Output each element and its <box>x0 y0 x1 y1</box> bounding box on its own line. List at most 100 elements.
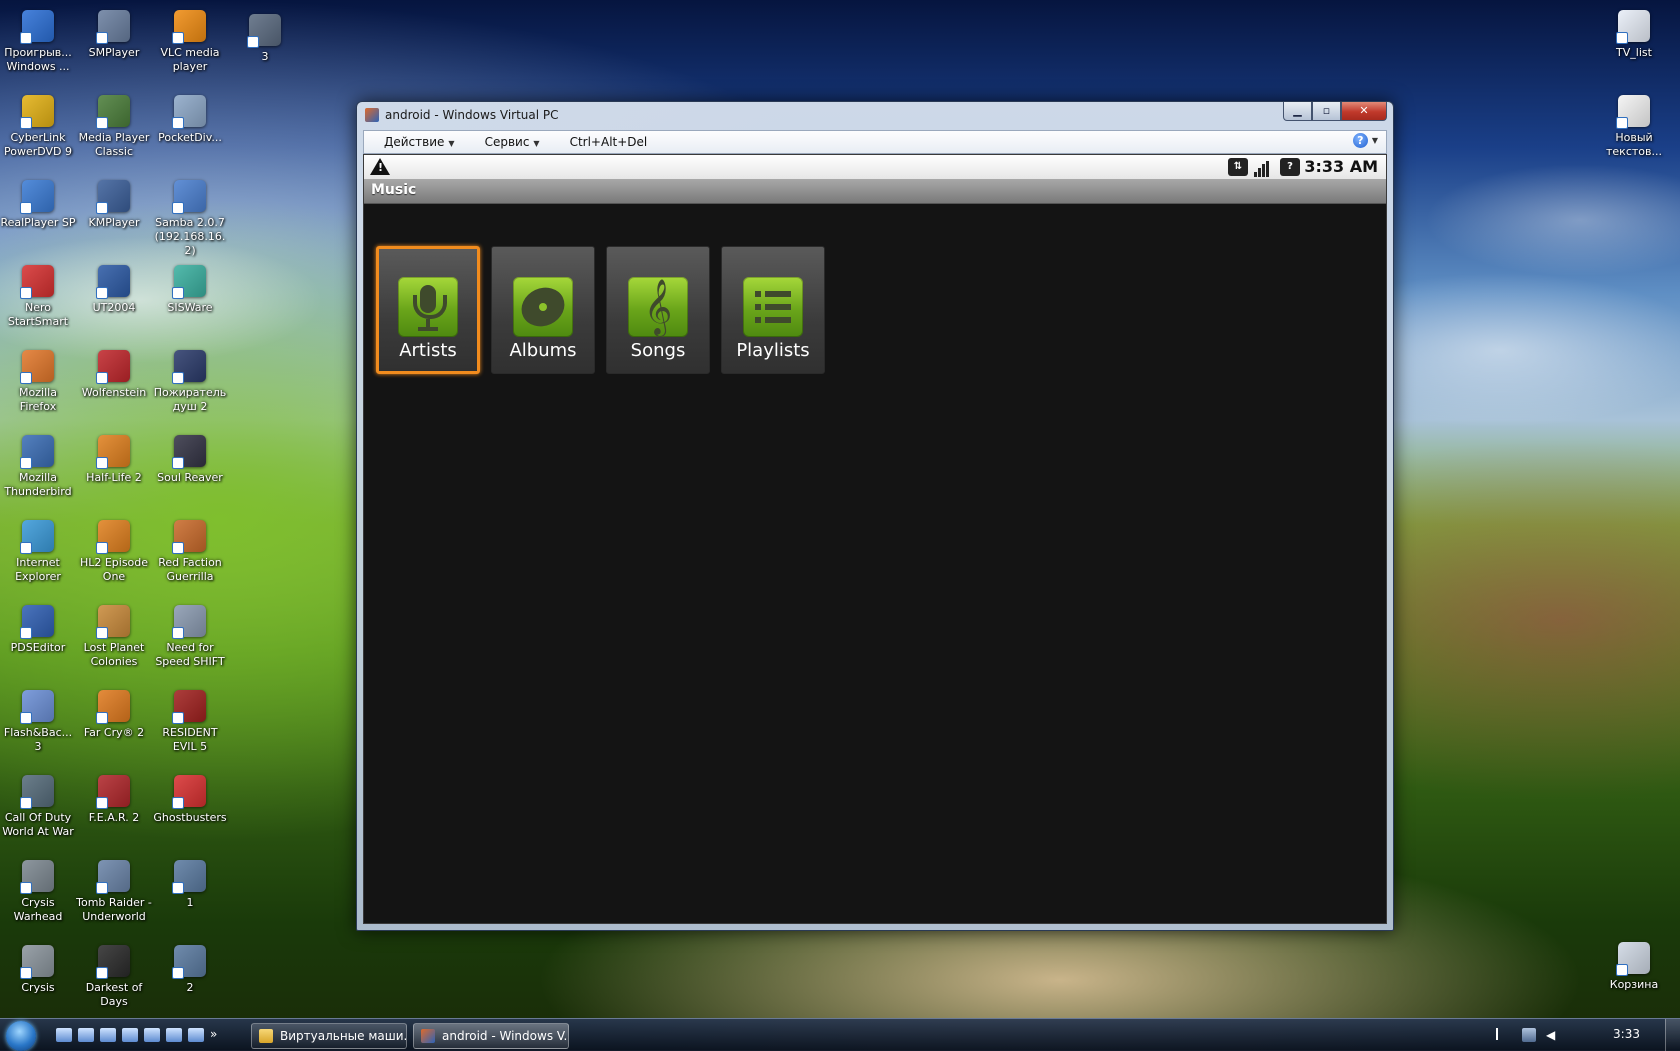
smplayer-icon <box>96 10 130 44</box>
desktop-shortcut[interactable]: UT2004 <box>76 265 152 315</box>
desktop-shortcut[interactable]: RealPlayer SP <box>0 180 76 230</box>
desktop-shortcut[interactable]: Проигрыв... Windows ... <box>0 10 76 74</box>
desktop-shortcut[interactable]: 1 <box>152 860 228 910</box>
minimize-button[interactable]: ▁ <box>1283 102 1312 121</box>
desktop-shortcut[interactable]: Mozilla Firefox <box>0 350 76 414</box>
show-desktop-button[interactable] <box>1665 1019 1680 1051</box>
menu-action[interactable]: Действие ▼ <box>372 135 465 149</box>
sisware-icon <box>172 265 206 299</box>
tile-label: Songs <box>630 340 686 361</box>
recycle-bin-icon <box>1616 942 1650 976</box>
kmplayer-icon <box>96 180 130 214</box>
desktop-shortcut-label: Soul Reaver <box>157 471 223 484</box>
tile-albums[interactable]: Albums <box>491 246 595 374</box>
close-button[interactable]: ✕ <box>1341 102 1387 121</box>
desktop-shortcut[interactable]: Red Faction Guerrilla <box>152 520 228 584</box>
taskbar-button-virtual-machines[interactable]: Виртуальные маши... <box>251 1023 407 1049</box>
desktop-shortcut[interactable]: Crysis Warhead <box>0 860 76 924</box>
darkest-of-days-icon <box>96 945 130 979</box>
volume-icon[interactable]: ◀ <box>1546 1028 1560 1042</box>
vm-shortcut-icon <box>172 945 206 979</box>
flag-icon[interactable] <box>1496 1028 1512 1040</box>
desktop-shortcut-label: Tomb Raider - Underworld <box>76 896 152 923</box>
desktop-shortcut[interactable]: Need for Speed SHIFT <box>152 605 228 669</box>
desktop-shortcut[interactable]: Tomb Raider - Underworld <box>76 860 152 924</box>
desktop-shortcut-label: Need for Speed SHIFT <box>155 641 225 668</box>
taskbar-button-android[interactable]: android - Windows V... <box>413 1023 569 1049</box>
desktop-shortcut[interactable]: Lost Planet Colonies <box>76 605 152 669</box>
desktop-shortcut[interactable]: Корзина <box>1596 942 1672 992</box>
chevron-right-icon[interactable]: » <box>210 1028 220 1042</box>
taskbar-button-label: Виртуальные маши... <box>280 1029 407 1043</box>
desktop-shortcut[interactable]: VLC media player <box>152 10 228 74</box>
desktop-shortcut[interactable]: F.E.A.R. 2 <box>76 775 152 825</box>
desktop-shortcut[interactable]: Flash&Bac... 3 <box>0 690 76 754</box>
desktop-shortcut[interactable]: CyberLink PowerDVD 9 <box>0 95 76 159</box>
desktop-shortcut[interactable]: PocketDiv... <box>152 95 228 145</box>
nfs-shift-icon <box>172 605 206 639</box>
realplayer-icon <box>20 180 54 214</box>
network-icon[interactable] <box>1522 1028 1536 1042</box>
menu-ctrl-alt-del[interactable]: Ctrl+Alt+Del <box>558 135 658 149</box>
desktop-shortcut-label: Ghostbusters <box>153 811 227 824</box>
taskbar-button-label: android - Windows V... <box>442 1029 569 1043</box>
quick-launch-app-icon[interactable] <box>166 1028 182 1042</box>
desktop-shortcut[interactable]: PDSEditor <box>0 605 76 655</box>
desktop-shortcut[interactable]: Пожиратель душ 2 <box>152 350 228 414</box>
desktop-shortcut[interactable]: Far Cry® 2 <box>76 690 152 740</box>
network-icon[interactable] <box>188 1028 204 1042</box>
desktop-shortcut-label: Crysis <box>21 981 55 994</box>
desktop-shortcut[interactable]: 2 <box>152 945 228 995</box>
android-status-bar[interactable]: ! ⇅ ? 3:33 AM <box>364 155 1386 179</box>
desktop-shortcut-label: 3 <box>261 50 269 63</box>
nero-icon <box>20 265 54 299</box>
drive-icon[interactable] <box>122 1028 138 1042</box>
switch-windows-icon[interactable] <box>78 1028 94 1042</box>
desktop-shortcut-label: VLC media player <box>160 46 220 73</box>
desktop-shortcut[interactable]: Nero StartSmart <box>0 265 76 329</box>
desktop-shortcut[interactable]: Soul Reaver <box>152 435 228 485</box>
help-button[interactable]: ? ▼ <box>1352 133 1378 148</box>
show-desktop-icon[interactable] <box>56 1028 72 1042</box>
chevron-down-icon: ▼ <box>533 139 540 148</box>
drive-icon[interactable] <box>144 1028 160 1042</box>
menu-tools[interactable]: Сервис ▼ <box>473 135 550 149</box>
desktop-shortcut[interactable]: Новый текстов... <box>1596 95 1672 159</box>
desktop-shortcut[interactable]: Half-Life 2 <box>76 435 152 485</box>
window-title-bar[interactable]: android - Windows Virtual PC ▁ ▫ ✕ <box>357 102 1393 128</box>
desktop-shortcut[interactable]: Wolfenstein <box>76 350 152 400</box>
signal-icon <box>1252 158 1276 178</box>
maximize-button[interactable]: ▫ <box>1312 102 1341 121</box>
lost-planet-icon <box>96 605 130 639</box>
quick-launch-app-icon[interactable] <box>100 1028 116 1042</box>
virtual-pc-window: android - Windows Virtual PC ▁ ▫ ✕ Дейст… <box>356 101 1394 931</box>
tile-artists[interactable]: Artists <box>376 246 480 374</box>
desktop-shortcut[interactable]: Call Of Duty World At War <box>0 775 76 839</box>
desktop-shortcut[interactable]: KMPlayer <box>76 180 152 230</box>
tile-songs[interactable]: 𝄞 Songs <box>606 246 710 374</box>
soul-reaver-icon <box>172 435 206 469</box>
desktop-shortcut[interactable]: Internet Explorer <box>0 520 76 584</box>
desktop-shortcut-label: Lost Planet Colonies <box>83 641 145 668</box>
desktop-shortcut[interactable]: Darkest of Days <box>76 945 152 1009</box>
taskbar-clock[interactable]: 3:33 <box>1613 1027 1640 1041</box>
thunderbird-icon <box>20 435 54 469</box>
desktop-shortcut[interactable]: SMPlayer <box>76 10 152 60</box>
start-button[interactable] <box>6 1021 36 1051</box>
desktop-shortcut[interactable]: RESIDENT EVIL 5 <box>152 690 228 754</box>
desktop-shortcut-label: Red Faction Guerrilla <box>158 556 222 583</box>
desktop-shortcut[interactable]: Ghostbusters <box>152 775 228 825</box>
desktop-shortcut-label: 1 <box>186 896 194 909</box>
desktop-shortcut-label: RealPlayer SP <box>0 216 76 229</box>
desktop-shortcut[interactable]: Samba 2.0.7 (192.168.16.2) <box>152 180 228 258</box>
desktop-shortcut[interactable]: TV_list <box>1596 10 1672 60</box>
desktop-shortcut[interactable]: Crysis <box>0 945 76 995</box>
desktop-shortcut[interactable]: Mozilla Thunderbird <box>0 435 76 499</box>
desktop-shortcut[interactable]: Media Player Classic <box>76 95 152 159</box>
tile-playlists[interactable]: Playlists <box>721 246 825 374</box>
desktop-shortcut-label: UT2004 <box>92 301 136 314</box>
desktop-shortcut[interactable]: HL2 Episode One <box>76 520 152 584</box>
desktop-shortcut[interactable]: SISWare <box>152 265 228 315</box>
desktop-shortcut-label: Darkest of Days <box>85 981 143 1008</box>
desktop-shortcut[interactable]: 3 <box>227 14 303 64</box>
